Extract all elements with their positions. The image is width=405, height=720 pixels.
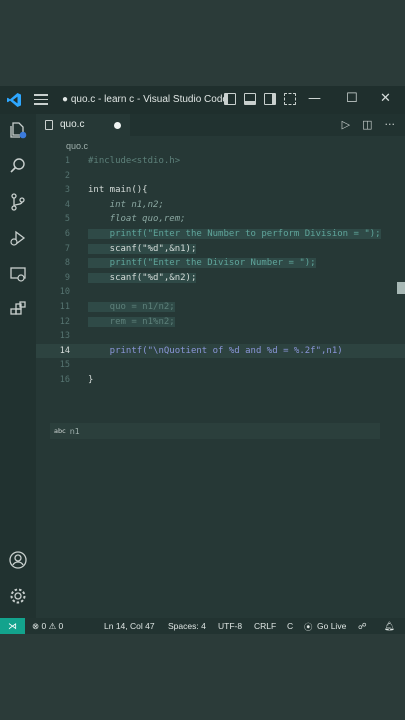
code-line[interactable]: 7 scanf("%d",&n1); — [36, 242, 405, 257]
close-button[interactable]: ✕ — [380, 91, 391, 106]
code-line[interactable]: 11 quo = n1/n2; — [36, 300, 405, 315]
code-line[interactable]: 3 int main(){ — [36, 183, 405, 198]
editor-actions: ▷ ◫ ··· — [342, 118, 395, 131]
line-text: scanf("%d",&n1); — [88, 243, 197, 254]
code-line[interactable]: 16 } — [36, 373, 405, 388]
tab-quo-c[interactable]: quo.c — [36, 114, 130, 136]
files-icon[interactable] — [8, 120, 28, 140]
line-text: #include<stdio.h> — [88, 156, 181, 166]
window-title: ● quo.c - learn c - Visual Studio Code — [62, 94, 228, 105]
line-number: 15 — [59, 360, 70, 371]
line-text: printf("Enter the Divisor Number = "); — [88, 258, 316, 269]
go-live-icon[interactable]: ⦿ — [304, 621, 313, 633]
notifications-bell-icon[interactable]: 🔔︎ — [384, 621, 395, 632]
account-icon[interactable] — [8, 550, 28, 570]
maximize-button[interactable]: ☐ — [346, 91, 358, 106]
layout-controls — [224, 93, 296, 105]
line-number: 8 — [64, 258, 70, 269]
split-editor-icon[interactable]: ◫ — [362, 118, 372, 131]
code-line[interactable]: 10 — [36, 285, 405, 300]
line-number: 9 — [64, 272, 70, 283]
activity-bar — [0, 114, 36, 618]
code-line[interactable]: 12 rem = n1%n2; — [36, 315, 405, 330]
code-line[interactable]: 13 — [36, 329, 405, 344]
remote-indicator-icon[interactable]: ⋊ — [0, 618, 25, 634]
line-number: 13 — [59, 331, 70, 342]
toggle-panel-icon[interactable] — [244, 93, 256, 105]
editor-area: quo.c ▷ ◫ ··· quo.c 1 #include<stdio.h> … — [36, 114, 405, 618]
status-bar: ⋊ ⊗ 0 ⚠ 0 Ln 14, Col 47 Spaces: 4 UTF-8 … — [0, 618, 405, 634]
line-text: int n1,n2; — [88, 199, 164, 210]
code-line[interactable]: 9 scanf("%d",&n2); — [36, 271, 405, 286]
line-number: 4 — [64, 199, 70, 210]
video-background-top — [0, 0, 405, 86]
go-live-button[interactable]: Go Live — [317, 621, 346, 631]
minimize-button[interactable]: — — [308, 91, 321, 106]
scrollbar-thumb[interactable] — [397, 282, 405, 294]
toggle-primary-sidebar-icon[interactable] — [224, 93, 236, 105]
line-text: } — [88, 375, 94, 385]
line-text: rem = n1%n2; — [88, 316, 175, 327]
indentation[interactable]: Spaces: 4 — [168, 621, 206, 631]
extensions-icon[interactable] — [8, 300, 28, 320]
language-mode[interactable]: C — [287, 621, 293, 631]
code-line[interactable]: 15 — [36, 358, 405, 373]
menu-icon[interactable] — [34, 94, 48, 106]
line-text: quo = n1/n2; — [88, 302, 175, 312]
line-number: 6 — [64, 229, 70, 239]
line-number: 1 — [64, 156, 70, 166]
customize-layout-icon[interactable] — [284, 93, 296, 105]
problems-indicator[interactable]: ⊗ 0 ⚠ 0 — [32, 621, 63, 632]
code-editor[interactable]: 1 #include<stdio.h> 2 3 int main(){ 4 in… — [36, 154, 405, 594]
cursor-position[interactable]: Ln 14, Col 47 — [104, 621, 155, 631]
more-actions-icon[interactable]: ··· — [385, 118, 396, 131]
title-bar: ● quo.c - learn c - Visual Studio Code —… — [0, 86, 405, 114]
settings-gear-icon[interactable] — [8, 586, 28, 606]
line-number: 5 — [64, 214, 70, 225]
line-text: printf("\nQuotient of %d and %d = %.2f",… — [88, 345, 343, 356]
code-line[interactable]: 6 printf("Enter the Number to perform Di… — [36, 227, 405, 242]
code-line[interactable]: 2 — [36, 169, 405, 184]
line-number: 10 — [59, 287, 70, 298]
line-text: float quo,rem; — [88, 214, 186, 225]
line-number: 12 — [59, 316, 70, 327]
suggestion-text: n1 — [69, 426, 80, 436]
tab-bar: quo.c ▷ ◫ ··· — [36, 114, 405, 136]
code-line[interactable]: 8 printf("Enter the Divisor Number = "); — [36, 256, 405, 271]
code-line[interactable]: 1 #include<stdio.h> — [36, 154, 405, 169]
line-ending[interactable]: CRLF — [254, 621, 276, 631]
video-background-bottom — [0, 634, 405, 720]
line-text: printf("Enter the Number to perform Divi… — [88, 229, 381, 239]
search-icon[interactable] — [8, 156, 28, 176]
line-number: 11 — [59, 302, 70, 312]
line-number: 16 — [59, 375, 70, 385]
suggestion-badge: abc — [54, 427, 66, 435]
vscode-window: ● quo.c - learn c - Visual Studio Code —… — [0, 86, 405, 634]
run-file-icon[interactable]: ▷ — [342, 118, 350, 131]
code-line[interactable]: 4 int n1,n2; — [36, 198, 405, 213]
vscode-logo-icon — [7, 93, 21, 107]
remote-explorer-icon[interactable] — [8, 264, 28, 284]
toggle-secondary-sidebar-icon[interactable] — [264, 93, 276, 105]
breadcrumb[interactable]: quo.c — [66, 141, 88, 151]
unsaved-dot-icon[interactable] — [114, 122, 121, 129]
source-control-icon[interactable] — [8, 192, 28, 212]
line-text: scanf("%d",&n2); — [88, 272, 197, 283]
code-line[interactable]: 5 float quo,rem; — [36, 212, 405, 227]
line-number: 2 — [64, 170, 70, 181]
file-icon — [45, 120, 53, 130]
line-number: 14 — [59, 345, 70, 356]
line-text: int main(){ — [88, 185, 148, 196]
autocomplete-suggestion[interactable]: abc n1 — [50, 423, 380, 439]
feedback-icon[interactable]: ☍ — [358, 621, 367, 632]
encoding[interactable]: UTF-8 — [218, 621, 242, 631]
line-number: 7 — [64, 243, 70, 254]
tab-label: quo.c — [60, 119, 85, 130]
run-debug-icon[interactable] — [8, 228, 28, 248]
code-line-active[interactable]: 14 printf("\nQuotient of %d and %d = %.2… — [36, 343, 405, 359]
line-number: 3 — [64, 185, 70, 196]
